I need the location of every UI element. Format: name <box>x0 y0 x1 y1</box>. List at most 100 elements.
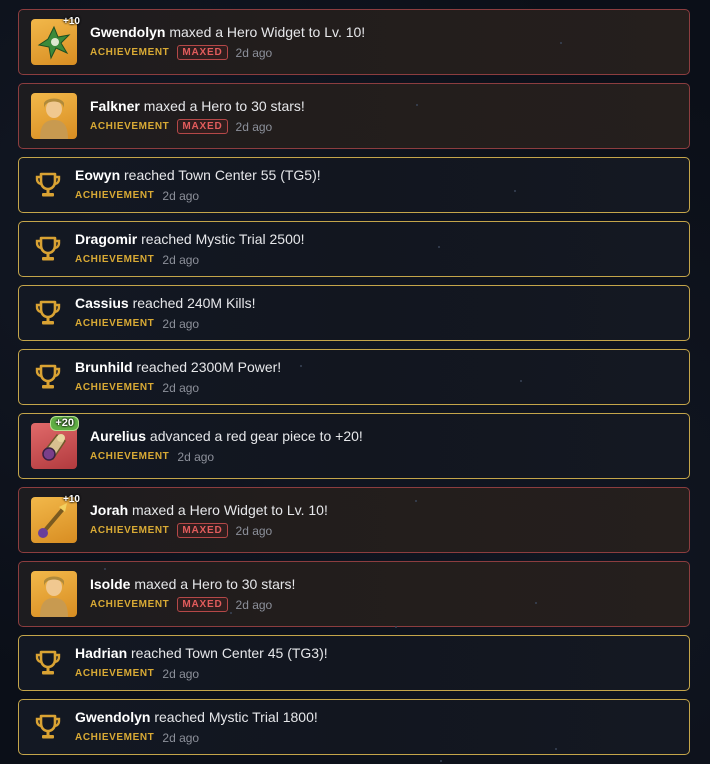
timestamp: 2d ago <box>162 252 200 267</box>
background-star <box>300 365 302 367</box>
achievement-text: Gwendolyn reached Mystic Trial 1800! ACHI… <box>75 709 318 746</box>
background-star <box>560 42 562 44</box>
player-name[interactable]: Gwendolyn <box>90 24 165 40</box>
trophy-icon <box>33 712 63 742</box>
timestamp: 2d ago <box>162 666 200 681</box>
achievement-card: Cassius reached 240M Kills! ACHIEVEMENT 2d… <box>18 285 690 341</box>
achievement-tag: ACHIEVEMENT <box>90 599 170 610</box>
timestamp: 2d ago <box>162 316 200 331</box>
achievement-message: Gwendolyn maxed a Hero Widget to Lv. 10! <box>90 24 365 40</box>
background-star <box>395 626 397 628</box>
player-name[interactable]: Falkner <box>90 98 140 114</box>
achievement-message: Cassius reached 240M Kills! <box>75 295 256 311</box>
achievement-message: Gwendolyn reached Mystic Trial 1800! <box>75 709 318 725</box>
player-name[interactable]: Gwendolyn <box>75 709 150 725</box>
gear-gauntlet-icon: +20 <box>31 416 79 469</box>
background-star <box>416 104 418 106</box>
timestamp: 2d ago <box>235 45 273 60</box>
achievement-tag: ACHIEVEMENT <box>75 382 155 393</box>
achievement-text: Falkner maxed a Hero to 30 stars! ACHIEVE… <box>90 98 305 135</box>
achievement-card: +10 Gwendolyn maxed a Hero Widget to Lv. … <box>18 9 690 75</box>
trophy-icon <box>33 234 63 264</box>
achievement-action: reached Mystic Trial 1800! <box>150 708 318 725</box>
timestamp: 2d ago <box>162 380 200 395</box>
player-name[interactable]: Aurelius <box>90 428 146 444</box>
timestamp: 2d ago <box>162 188 200 203</box>
achievement-message: Jorah maxed a Hero Widget to Lv. 10! <box>90 502 328 518</box>
widget-staff-icon: +10 <box>31 494 80 543</box>
achievement-action: maxed a Hero to 30 stars! <box>130 575 296 592</box>
maxed-badge: MAXED <box>177 45 228 60</box>
player-name[interactable]: Brunhild <box>75 359 133 375</box>
hero-portrait-icon <box>31 571 77 617</box>
achievement-tag: ACHIEVEMENT <box>90 525 170 536</box>
achievement-text: Gwendolyn maxed a Hero Widget to Lv. 10!… <box>90 24 365 61</box>
player-name[interactable]: Jorah <box>90 502 128 518</box>
achievement-action: reached Mystic Trial 2500! <box>137 230 305 247</box>
timestamp: 2d ago <box>235 597 273 612</box>
achievement-action: maxed a Hero to 30 stars! <box>139 97 305 114</box>
achievement-tag: ACHIEVEMENT <box>75 254 155 265</box>
achievement-tag: ACHIEVEMENT <box>90 451 170 462</box>
achievement-card: Dragomir reached Mystic Trial 2500! ACHIE… <box>18 221 690 277</box>
achievement-message: Isolde maxed a Hero to 30 stars! <box>90 576 295 592</box>
achievement-message: Hadrian reached Town Center 45 (TG3)! <box>75 645 328 661</box>
achievement-action: reached 240M Kills! <box>128 294 256 311</box>
player-name[interactable]: Isolde <box>90 576 130 592</box>
achievement-action: maxed a Hero Widget to Lv. 10! <box>165 23 366 40</box>
achievement-card: Brunhild reached 2300M Power! ACHIEVEMENT… <box>18 349 690 405</box>
achievement-feed: +10 Gwendolyn maxed a Hero Widget to Lv. … <box>18 9 690 755</box>
achievement-message: Dragomir reached Mystic Trial 2500! <box>75 231 305 247</box>
achievement-text: Cassius reached 240M Kills! ACHIEVEMENT 2d… <box>75 295 256 332</box>
background-star <box>555 748 557 750</box>
background-star <box>104 568 106 570</box>
timestamp: 2d ago <box>177 449 215 464</box>
achievement-card: Gwendolyn reached Mystic Trial 1800! ACHI… <box>18 699 690 755</box>
level-badge: +20 <box>50 416 79 431</box>
achievement-text: Dragomir reached Mystic Trial 2500! ACHIE… <box>75 231 305 268</box>
achievement-message: Eowyn reached Town Center 55 (TG5)! <box>75 167 321 183</box>
player-name[interactable]: Cassius <box>75 295 129 311</box>
achievement-card: +20 Aurelius advanced a red gear piece to… <box>18 413 690 479</box>
level-badge: +10 <box>63 494 80 505</box>
hero-portrait-icon <box>31 93 77 139</box>
timestamp: 2d ago <box>162 730 200 745</box>
achievement-tag: ACHIEVEMENT <box>75 668 155 679</box>
timestamp: 2d ago <box>235 119 273 134</box>
achievement-text: Hadrian reached Town Center 45 (TG3)! ACH… <box>75 645 328 682</box>
achievement-text: Eowyn reached Town Center 55 (TG5)! ACHIE… <box>75 167 321 204</box>
achievement-tag: ACHIEVEMENT <box>90 47 170 58</box>
player-name[interactable]: Hadrian <box>75 645 127 661</box>
achievement-text: Brunhild reached 2300M Power! ACHIEVEMENT… <box>75 359 281 396</box>
trophy-icon <box>33 648 63 678</box>
achievement-action: reached 2300M Power! <box>132 358 282 375</box>
maxed-badge: MAXED <box>177 523 228 538</box>
level-badge: +10 <box>63 16 80 27</box>
achievement-message: Falkner maxed a Hero to 30 stars! <box>90 98 305 114</box>
achievement-tag: ACHIEVEMENT <box>90 121 170 132</box>
achievement-text: Jorah maxed a Hero Widget to Lv. 10! ACHI… <box>90 502 328 539</box>
trophy-icon <box>33 298 63 328</box>
trophy-icon <box>33 170 63 200</box>
timestamp: 2d ago <box>235 523 273 538</box>
background-star <box>438 246 440 248</box>
achievement-message: Aurelius advanced a red gear piece to +2… <box>90 428 363 444</box>
achievement-action: maxed a Hero Widget to Lv. 10! <box>128 501 328 518</box>
achievement-text: Aurelius advanced a red gear piece to +2… <box>90 428 363 465</box>
trophy-icon <box>33 362 63 392</box>
background-star <box>514 190 516 192</box>
widget-leaf-icon: +10 <box>31 16 80 65</box>
background-star <box>535 602 537 604</box>
maxed-badge: MAXED <box>177 119 228 134</box>
maxed-badge: MAXED <box>177 597 228 612</box>
achievement-action: reached Town Center 45 (TG3)! <box>127 644 328 661</box>
player-name[interactable]: Eowyn <box>75 167 120 183</box>
background-star <box>230 612 232 614</box>
achievement-card: Isolde maxed a Hero to 30 stars! ACHIEVEM… <box>18 561 690 627</box>
achievement-card: Eowyn reached Town Center 55 (TG5)! ACHIE… <box>18 157 690 213</box>
achievement-action: reached Town Center 55 (TG5)! <box>120 166 321 183</box>
achievement-tag: ACHIEVEMENT <box>75 318 155 329</box>
achievement-text: Isolde maxed a Hero to 30 stars! ACHIEVEM… <box>90 576 295 613</box>
achievement-action: advanced a red gear piece to +20! <box>146 427 363 444</box>
player-name[interactable]: Dragomir <box>75 231 137 247</box>
